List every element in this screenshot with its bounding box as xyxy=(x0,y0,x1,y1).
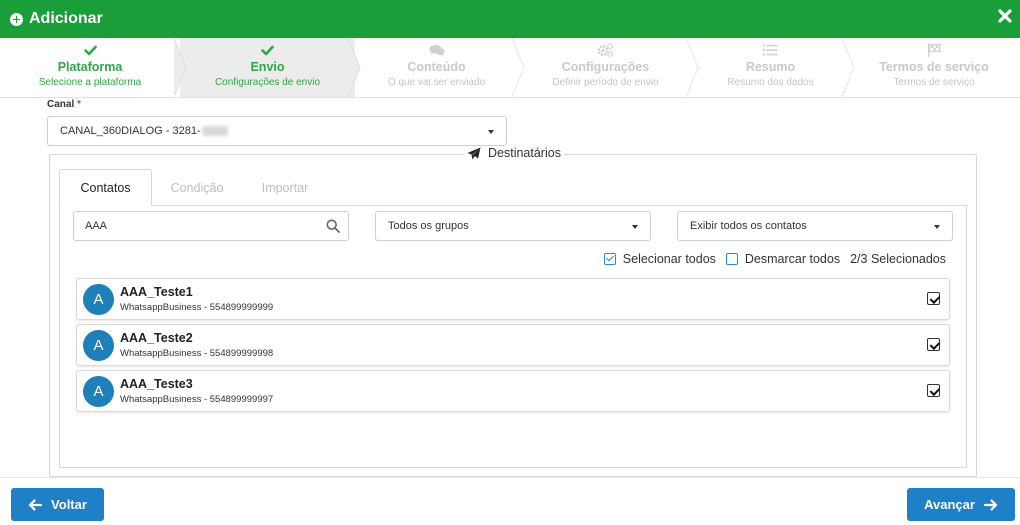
canal-label-text: Canal xyxy=(47,99,75,110)
step-termos: Termos de serviço Termos de serviço xyxy=(848,38,1020,97)
tab-importar[interactable]: Importar xyxy=(242,169,328,206)
close-icon[interactable] xyxy=(997,8,1013,24)
avatar: A xyxy=(83,284,114,315)
flag-checkered-icon xyxy=(927,43,941,57)
step-envio[interactable]: Envio Configurações de envio xyxy=(180,38,355,97)
selected-count: 2/3 Selecionados xyxy=(850,252,946,266)
contact-checkbox[interactable] xyxy=(927,384,940,397)
contact-name: AAA_Teste2 xyxy=(120,331,193,345)
select-all-checkbox[interactable] xyxy=(603,253,616,265)
step-configuracoes: Configurações Definir período de envio xyxy=(518,38,693,97)
arrow-left-icon xyxy=(28,498,43,511)
deselect-all-checkbox[interactable] xyxy=(725,253,738,265)
step-separator xyxy=(348,38,361,97)
gears-icon xyxy=(597,43,614,57)
step-subtitle: Definir período de envio xyxy=(552,77,659,88)
contact-info: WhatsappBusiness - 554899999999 xyxy=(120,302,274,313)
selection-bar: Selecionar todos Desmarcar todos 2/3 Sel… xyxy=(603,252,946,266)
destinatarios-legend-text: Destinatários xyxy=(488,146,561,160)
back-button[interactable]: Voltar xyxy=(11,488,104,521)
step-subtitle: Selecione a plataforma xyxy=(38,77,142,88)
step-conteudo: Conteúdo O que vai ser enviado xyxy=(355,38,518,97)
footer-divider xyxy=(0,477,1020,478)
canal-select[interactable]: CANAL_360DIALOG - 3281- xyxy=(47,116,507,146)
search-input[interactable]: AAA xyxy=(73,211,349,241)
exibir-select-value: Exibir todos os contatos xyxy=(690,220,807,232)
step-separator xyxy=(174,38,187,97)
contact-name: AAA_Teste3 xyxy=(120,377,193,391)
step-separator xyxy=(842,38,855,97)
contact-item[interactable]: A AAA_Teste1 WhatsappBusiness - 55489999… xyxy=(76,278,950,320)
required-mark: * xyxy=(77,99,81,110)
step-name: Conteúdo xyxy=(407,60,466,74)
canal-label: Canal * xyxy=(47,99,81,110)
caret-down-icon xyxy=(632,225,638,229)
contact-info: WhatsappBusiness - 554899999998 xyxy=(120,348,274,359)
search-icon[interactable] xyxy=(326,219,340,233)
plus-circle-icon xyxy=(10,12,23,26)
grupos-select-value: Todos os grupos xyxy=(388,220,469,232)
canal-select-value: CANAL_360DIALOG - 3281- xyxy=(60,125,201,137)
contact-checkbox[interactable] xyxy=(927,292,940,305)
step-name: Resumo xyxy=(745,60,796,74)
check-icon xyxy=(261,45,274,55)
modal-header: Adicionar xyxy=(0,0,1020,38)
list-icon xyxy=(763,44,778,56)
caret-down-icon xyxy=(488,130,494,134)
back-button-label: Voltar xyxy=(51,497,87,512)
contact-checkbox[interactable] xyxy=(927,338,940,351)
check-icon xyxy=(83,45,97,55)
contact-item[interactable]: A AAA_Teste3 WhatsappBusiness - 55489999… xyxy=(76,370,950,412)
select-all-label[interactable]: Selecionar todos xyxy=(623,252,716,266)
step-name: Configurações xyxy=(561,60,650,74)
step-subtitle: Termos de serviço xyxy=(893,77,975,88)
destinatarios-legend: Destinatários xyxy=(464,146,564,160)
step-name: Termos de serviço xyxy=(879,60,989,74)
step-name: Plataforma xyxy=(57,60,123,74)
exibir-select[interactable]: Exibir todos os contatos xyxy=(677,211,953,241)
step-separator xyxy=(686,38,699,97)
step-plataforma[interactable]: Plataforma Selecione a plataforma xyxy=(0,38,180,97)
step-subtitle: O que vai ser enviado xyxy=(387,77,486,88)
step-subtitle: Resumo dos dados xyxy=(727,77,814,88)
redacted-text xyxy=(201,126,228,136)
avatar: A xyxy=(83,330,114,361)
modal-title: Adicionar xyxy=(29,10,103,27)
contact-item[interactable]: A AAA_Teste2 WhatsappBusiness - 55489999… xyxy=(76,324,950,366)
contact-name: AAA_Teste1 xyxy=(120,285,193,299)
wizard-stepper: Plataforma Selecione a plataforma Envio … xyxy=(0,38,1020,98)
search-input-value: AAA xyxy=(85,220,108,232)
deselect-all-label[interactable]: Desmarcar todos xyxy=(745,252,840,266)
step-name: Envio xyxy=(250,60,285,74)
step-subtitle: Configurações de envio xyxy=(214,77,321,88)
comments-icon xyxy=(429,44,444,56)
paper-plane-icon xyxy=(467,147,481,159)
avatar: A xyxy=(83,376,114,407)
tab-contatos[interactable]: Contatos xyxy=(59,169,152,206)
next-button-label: Avançar xyxy=(924,497,975,512)
step-separator xyxy=(512,38,525,97)
step-resumo: Resumo Resumo dos dados xyxy=(693,38,848,97)
next-button[interactable]: Avançar xyxy=(907,488,1015,521)
caret-down-icon xyxy=(934,225,940,229)
tab-condicao[interactable]: Condição xyxy=(152,169,242,206)
add-modal: Adicionar Plataforma Selecione a platafo… xyxy=(0,0,1020,525)
grupos-select[interactable]: Todos os grupos xyxy=(375,211,651,241)
arrow-right-icon xyxy=(983,498,998,511)
contact-info: WhatsappBusiness - 554899999997 xyxy=(120,394,274,405)
